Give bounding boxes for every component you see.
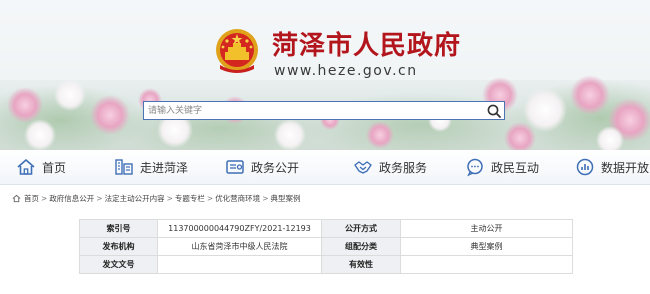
breadcrumb-special-topics[interactable]: 专题专栏: [175, 193, 205, 204]
validity-value: [400, 255, 573, 274]
handshake-icon: [354, 161, 372, 174]
breadcrumb-separator: >: [96, 193, 103, 203]
home-icon: [17, 159, 35, 175]
national-emblem-logo: [216, 29, 258, 73]
city-icon: [115, 159, 133, 175]
table-row: 发布机构 山东省菏泽市中级人民法院 组配分类 典型案例: [79, 237, 573, 256]
index-number-value: 113700000044790ZFY/2021-12193: [157, 219, 322, 238]
nav-item-gov-service[interactable]: 政务服务: [353, 150, 427, 184]
disclosure-method-label: 公开方式: [321, 219, 401, 238]
nav-label-home: 首页: [42, 160, 67, 175]
breadcrumb-separator: >: [166, 193, 173, 203]
chat-icon: [467, 158, 483, 177]
search-icon[interactable]: [486, 103, 502, 119]
header-banner: 菏泽市人民政府 www.heze.gov.cn: [0, 0, 650, 150]
document-number-label: 发文文号: [79, 255, 158, 274]
nav-item-open-data[interactable]: 数据开放: [575, 150, 649, 184]
breadcrumb-typical-cases[interactable]: 典型案例: [270, 193, 300, 204]
main-nav: 首页 走进菏泽 政务公开 政务服务 政民互动 数据开放: [0, 150, 650, 185]
index-number-label: 索引号: [79, 219, 158, 238]
search-input[interactable]: [148, 102, 478, 119]
chart-icon: [576, 158, 594, 176]
table-row: 索引号 113700000044790ZFY/2021-12193 公开方式 主…: [79, 219, 573, 238]
breadcrumb-home-icon: [12, 194, 21, 202]
category-value: 典型案例: [400, 237, 573, 256]
document-icon: [226, 160, 244, 174]
site-title: 菏泽市人民政府: [272, 31, 462, 61]
nav-item-about-heze[interactable]: 走进菏泽: [114, 150, 188, 184]
validity-label: 有效性: [321, 255, 401, 274]
breadcrumb: 首页 > 政府信息公开 > 法定主动公开内容 > 专题专栏 > 优化营商环境 >…: [12, 192, 300, 204]
document-number-value: [157, 255, 322, 274]
breadcrumb-home[interactable]: 首页: [24, 193, 39, 204]
breadcrumb-statutory[interactable]: 法定主动公开内容: [105, 193, 165, 204]
nav-label-open-data: 数据开放: [601, 160, 650, 175]
nav-item-home[interactable]: 首页: [16, 150, 66, 184]
breadcrumb-separator: >: [41, 193, 48, 203]
nav-item-interaction[interactable]: 政民互动: [465, 150, 539, 184]
breadcrumb-business-env[interactable]: 优化营商环境: [215, 193, 260, 204]
category-label: 组配分类: [321, 237, 401, 256]
breadcrumb-separator: >: [262, 193, 269, 203]
site-url: www.heze.gov.cn: [274, 63, 418, 79]
nav-label-gov-info: 政务公开: [251, 160, 300, 175]
disclosure-method-value: 主动公开: [400, 219, 573, 238]
table-row: 发文文号 有效性: [79, 255, 573, 274]
publisher-label: 发布机构: [79, 237, 158, 256]
publisher-value: 山东省菏泽市中级人民法院: [157, 237, 322, 256]
breadcrumb-gov-info[interactable]: 政府信息公开: [49, 193, 94, 204]
document-info-table: 索引号 113700000044790ZFY/2021-12193 公开方式 主…: [79, 219, 573, 274]
breadcrumb-separator: >: [206, 193, 214, 203]
nav-label-interaction: 政民互动: [491, 160, 540, 175]
nav-label-gov-service: 政务服务: [379, 160, 428, 175]
nav-item-gov-info[interactable]: 政务公开: [225, 150, 299, 184]
search-box: [143, 101, 505, 120]
nav-label-about-heze: 走进菏泽: [140, 160, 189, 175]
